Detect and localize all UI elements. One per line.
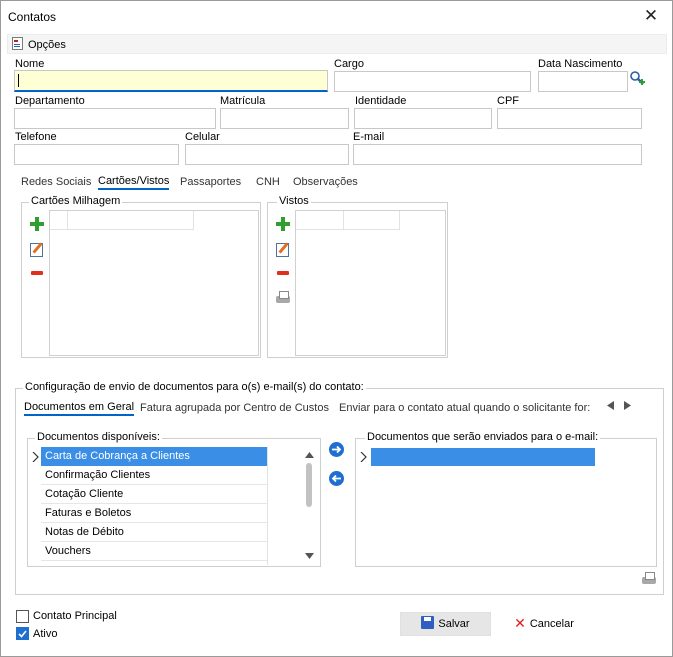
tab-cnh[interactable]: CNH [256, 176, 280, 188]
departamento-label: Departamento [15, 95, 85, 107]
remove-cartao-icon[interactable] [29, 265, 45, 281]
nome-input[interactable] [14, 70, 328, 92]
tab-cartoes-vistos[interactable]: Cartões/Vistos [98, 175, 170, 190]
cartoes-milhagem-title: Cartões Milhagem [29, 195, 123, 207]
close-button[interactable]: ✕ [639, 5, 663, 29]
list-item[interactable] [371, 448, 595, 466]
text-caret [18, 74, 19, 87]
toolbar: Opções [7, 34, 667, 54]
salvar-label: Salvar [438, 618, 470, 630]
telefone-label: Telefone [15, 131, 57, 143]
documentos-disponiveis-list[interactable]: Carta de Cobrança a Clientes Confirmação… [29, 447, 319, 565]
search-date-icon[interactable] [629, 70, 645, 86]
list-item[interactable]: Cotação Cliente [41, 485, 267, 504]
arrow-right-icon [332, 445, 342, 454]
documentos-enviados-title: Documentos que serão enviados para o e-m… [365, 431, 601, 443]
print-visto-icon[interactable] [275, 290, 291, 306]
opcoes-label: Opções [28, 39, 66, 51]
add-visto-icon[interactable] [275, 216, 291, 232]
ativo-label: Ativo [33, 628, 58, 640]
list-item[interactable]: Confirmação Clientes [41, 466, 267, 485]
vistos-grid[interactable] [295, 210, 446, 356]
cpf-label: CPF [497, 95, 519, 107]
cancelar-button[interactable]: ✕ Cancelar [504, 612, 584, 636]
contatos-window: Contatos ✕ Opções Nome Cargo Data Nascim… [0, 0, 673, 657]
subtab-documentos-geral[interactable]: Documentos em Geral [24, 401, 135, 416]
identidade-label: Identidade [355, 95, 407, 107]
cancel-x-icon: ✕ [514, 615, 526, 631]
vistos-title: Vistos [277, 195, 311, 207]
grid-column-header [68, 211, 194, 230]
add-cartao-icon[interactable] [29, 216, 45, 232]
scroll-tabs-left-icon[interactable] [606, 401, 615, 410]
cargo-input[interactable] [334, 71, 531, 92]
options-document-icon [12, 37, 23, 50]
ativo-checkbox[interactable] [16, 627, 29, 640]
subtab-fatura-agrupada[interactable]: Fatura agrupada por Centro de Custos [140, 402, 329, 414]
celular-label: Celular [185, 131, 220, 143]
documentos-enviados-list[interactable] [357, 447, 655, 565]
remove-visto-icon[interactable] [275, 265, 291, 281]
list-item[interactable]: Carta de Cobrança a Clientes [41, 447, 267, 466]
scroll-down-icon[interactable] [305, 553, 314, 559]
tab-passaportes[interactable]: Passaportes [180, 176, 241, 188]
save-disk-icon [421, 616, 435, 629]
scroll-tabs-right-icon[interactable] [623, 401, 632, 410]
tab-redes-sociais[interactable]: Redes Sociais [21, 176, 91, 188]
move-right-button[interactable] [329, 442, 344, 457]
cpf-input[interactable] [497, 108, 642, 129]
contato-principal-label: Contato Principal [33, 610, 117, 622]
cancelar-label: Cancelar [529, 618, 574, 630]
telefone-input[interactable] [14, 144, 179, 165]
grid-indicator-header [296, 211, 344, 230]
list-item[interactable]: Notas de Débito [41, 523, 267, 542]
email-input[interactable] [353, 144, 642, 165]
cartoes-grid[interactable] [49, 210, 259, 356]
tab-observacoes[interactable]: Observações [293, 176, 358, 188]
opcoes-button[interactable]: Opções [8, 35, 88, 53]
arrow-left-icon [331, 474, 341, 483]
vertical-scrollbar-thumb[interactable] [306, 463, 312, 507]
grid-column-header [344, 211, 400, 230]
list-item[interactable]: Faturas e Boletos [41, 504, 267, 523]
data-nascimento-input[interactable] [538, 71, 628, 92]
matricula-input[interactable] [220, 108, 349, 129]
celular-input[interactable] [185, 144, 349, 165]
salvar-button[interactable]: Salvar [400, 612, 491, 636]
nome-label: Nome [15, 58, 45, 70]
list-item[interactable]: Vouchers [41, 542, 267, 561]
matricula-label: Matrícula [220, 95, 266, 107]
contato-principal-checkbox[interactable] [16, 610, 29, 623]
row-indicator-icon [32, 452, 39, 462]
column-divider [267, 447, 268, 565]
email-label: E-mail [353, 131, 385, 143]
move-left-button[interactable] [329, 471, 344, 486]
config-envio-title: Configuração de envio de documentos para… [23, 381, 366, 393]
scroll-up-icon[interactable] [305, 452, 314, 458]
edit-cartao-icon[interactable] [29, 241, 45, 257]
identidade-input[interactable] [354, 108, 492, 129]
edit-visto-icon[interactable] [275, 241, 291, 257]
documentos-disponiveis-title: Documentos disponíveis: [35, 431, 162, 443]
cargo-label: Cargo [334, 58, 364, 70]
departamento-input[interactable] [14, 108, 216, 129]
check-icon [18, 630, 27, 638]
grid-indicator-header [50, 211, 68, 230]
subtab-enviar-contato[interactable]: Enviar para o contato atual quando o sol… [339, 402, 590, 414]
print-icon[interactable] [641, 571, 657, 587]
row-indicator-icon [360, 452, 367, 462]
data-nascimento-label: Data Nascimento [538, 58, 623, 70]
window-title: Contatos [8, 10, 57, 24]
